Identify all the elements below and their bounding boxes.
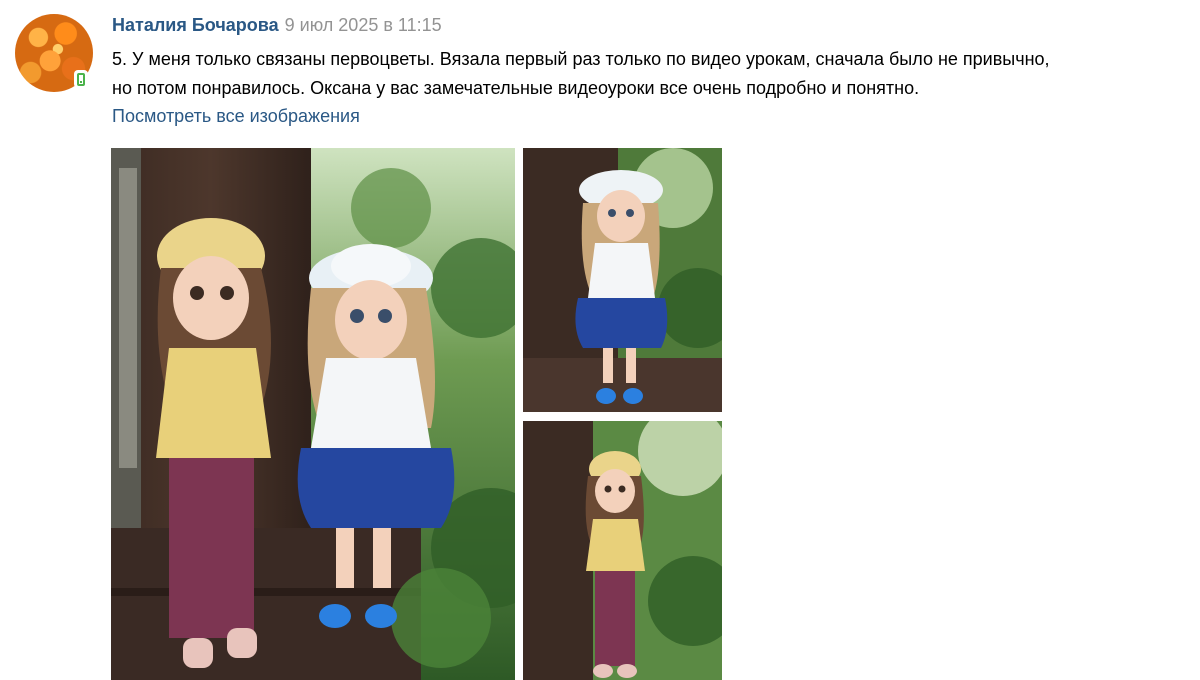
comment-text-line: но потом понравилось. Оксана у вас замеч… [112,78,920,98]
attached-photo[interactable] [523,148,722,412]
comment-date[interactable]: 9 июл 2025 в 11:15 [285,15,442,35]
comment-header: Наталия Бочарова 9 июл 2025 в 11:15 [112,14,442,36]
comment-text-line: 5. У меня только связаны первоцветы. Вяз… [112,49,1050,69]
comment-text: 5. У меня только связаны первоцветы. Вяз… [112,45,1187,103]
attached-photo[interactable] [523,421,722,680]
author-name[interactable]: Наталия Бочарова [112,15,279,35]
mobile-online-icon [74,70,88,88]
attached-photo[interactable] [111,148,515,680]
view-all-images-link[interactable]: Посмотреть все изображения [112,104,360,128]
